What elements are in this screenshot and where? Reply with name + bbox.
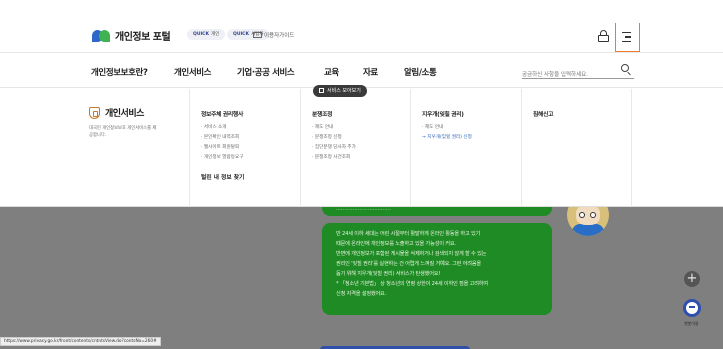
column-heading[interactable]: 털린 내 정보 찾기 [201, 172, 300, 181]
shield-icon [89, 106, 100, 119]
mega-menu-title-text: 개인서비스 [105, 109, 144, 119]
status-bar-url: https://www.privacy.go.kr/front/contents… [0, 337, 161, 346]
grid-icon [319, 88, 324, 93]
quick-link-personal[interactable]: QUICK 개인 [187, 29, 226, 40]
search-box [522, 61, 634, 83]
quick-label: 개인 [210, 32, 220, 37]
chat-line: 반면에 개인정보가 포함된 게시물을 삭제하거나 검색되지 않게 할 수 있는 [336, 251, 487, 257]
logo-icon [92, 29, 110, 42]
plus-icon[interactable]: + [684, 271, 700, 287]
column-heading[interactable]: 분쟁조정 [312, 109, 410, 118]
user-guide-link[interactable]: 이용자가이드 [253, 31, 294, 39]
quick-prefix: QUICK [193, 32, 209, 37]
chat-line: 권리인 '잊힐 권리'를 실현하는 건 어렵게 느껴질 거예요. 그런 어려움을 [336, 261, 481, 267]
nav-item-privacy-intro[interactable]: 개인정보보호란? [91, 66, 148, 78]
mega-menu-intro: 개인서비스 대국민 개인정보보호 개인서비스를 제공합니다. [89, 106, 159, 139]
menu-button[interactable] [615, 23, 640, 52]
menu-link[interactable]: · 본인확인 내역조회 [201, 133, 300, 143]
column-heading[interactable]: 지우개(잊힐 권리) [422, 109, 521, 118]
nav-item-business-service[interactable]: 기업·공공 서비스 [237, 66, 295, 78]
menu-column-eraser: 지우개(잊힐 권리) · 제도 안내 → 지우개(잊힐 권리) 신청 [410, 89, 521, 207]
nav-item-resources[interactable]: 자료 [363, 66, 378, 78]
menu-link[interactable]: · 분쟁조정 사건조회 [312, 153, 410, 163]
chatbot-icon[interactable] [683, 299, 701, 317]
search-input[interactable] [522, 67, 614, 83]
book-icon [253, 32, 262, 38]
menu-link[interactable]: · 집단분쟁 당사자 추가 [312, 143, 410, 153]
user-guide-label: 이용자가이드 [264, 33, 295, 39]
portal-logo[interactable]: 개인정보 포털 [92, 28, 171, 43]
menu-link[interactable]: · 서비스 소개 [201, 123, 300, 133]
quick-prefix: QUICK [233, 32, 249, 37]
column-heading[interactable]: 침해신고 [533, 109, 631, 118]
mega-menu-title: 개인서비스 [89, 106, 159, 119]
chat-line: 만 24세 이하 세대는 어린 시절부터 활발하게 온라인 활동을 하고 있기 [336, 231, 481, 237]
menu-link-highlight[interactable]: → 지우개(잊힐 권리) 신청 [422, 133, 521, 143]
menu-link[interactable]: · 개인정보 열람등요구 [201, 153, 300, 163]
top-bar: 개인정보 포털 QUICK 개인 QUICK 사업자 이용자가이드 [0, 0, 723, 52]
sitemap-label: 서비스 모아보기 [327, 88, 361, 94]
menu-column-rights: 정보주체 권리행사 · 서비스 소개 · 본인확인 내역조회 · 웹사이트 회원… [189, 89, 300, 207]
sitemap-button[interactable]: 서비스 모아보기 [313, 85, 367, 97]
menu-column-report: 침해신고 [521, 89, 632, 207]
chat-line: * 「청소년 기본법」 상 청소년의 연령 상한이 24세 이하인 점을 고려하… [336, 281, 488, 287]
nav-item-notice[interactable]: 알림/소통 [404, 66, 437, 78]
column-heading[interactable]: 정보주체 권리행사 [201, 109, 300, 118]
chatbot-label: 챗봇이용 [684, 321, 699, 326]
chat-line: 돕기 위해 지우개(잊힐 권리) 서비스가 탄생했어요! [336, 271, 441, 277]
menu-column-dispute: 분쟁조정 · 제도 안내 · 분쟁조정 신청 · 집단분쟁 당사자 추가 · 분… [300, 89, 410, 207]
chat-line: 신청 자격을 설정했어요. [336, 291, 387, 297]
nav-item-personal-service[interactable]: 개인서비스 [172, 66, 213, 79]
menu-link[interactable]: · 제도 안내 [312, 123, 410, 133]
nav-item-education[interactable]: 교육 [324, 66, 339, 78]
lock-icon[interactable] [598, 30, 609, 42]
menu-link[interactable]: · 분쟁조정 신청 [312, 133, 410, 143]
logo-text: 개인정보 포털 [115, 32, 171, 43]
menu-link[interactable]: · 제도 안내 [422, 123, 521, 133]
chat-line: 때문에 온라인에 개인정보를 노출하고 있을 가능성이 커요. [336, 241, 456, 247]
chat-bubble: 만 24세 이하 세대는 어린 시절부터 활발하게 온라인 활동을 하고 있기 … [322, 223, 552, 315]
search-icon[interactable] [621, 64, 629, 72]
mega-menu-description: 대국민 개인정보보호 개인서비스를 제공합니다. [89, 126, 157, 138]
menu-link[interactable]: · 웹사이트 회원탈퇴 [201, 143, 300, 153]
mega-menu: 개인서비스 대국민 개인정보보호 개인서비스를 제공합니다. 정보주체 권리행사… [0, 89, 723, 207]
